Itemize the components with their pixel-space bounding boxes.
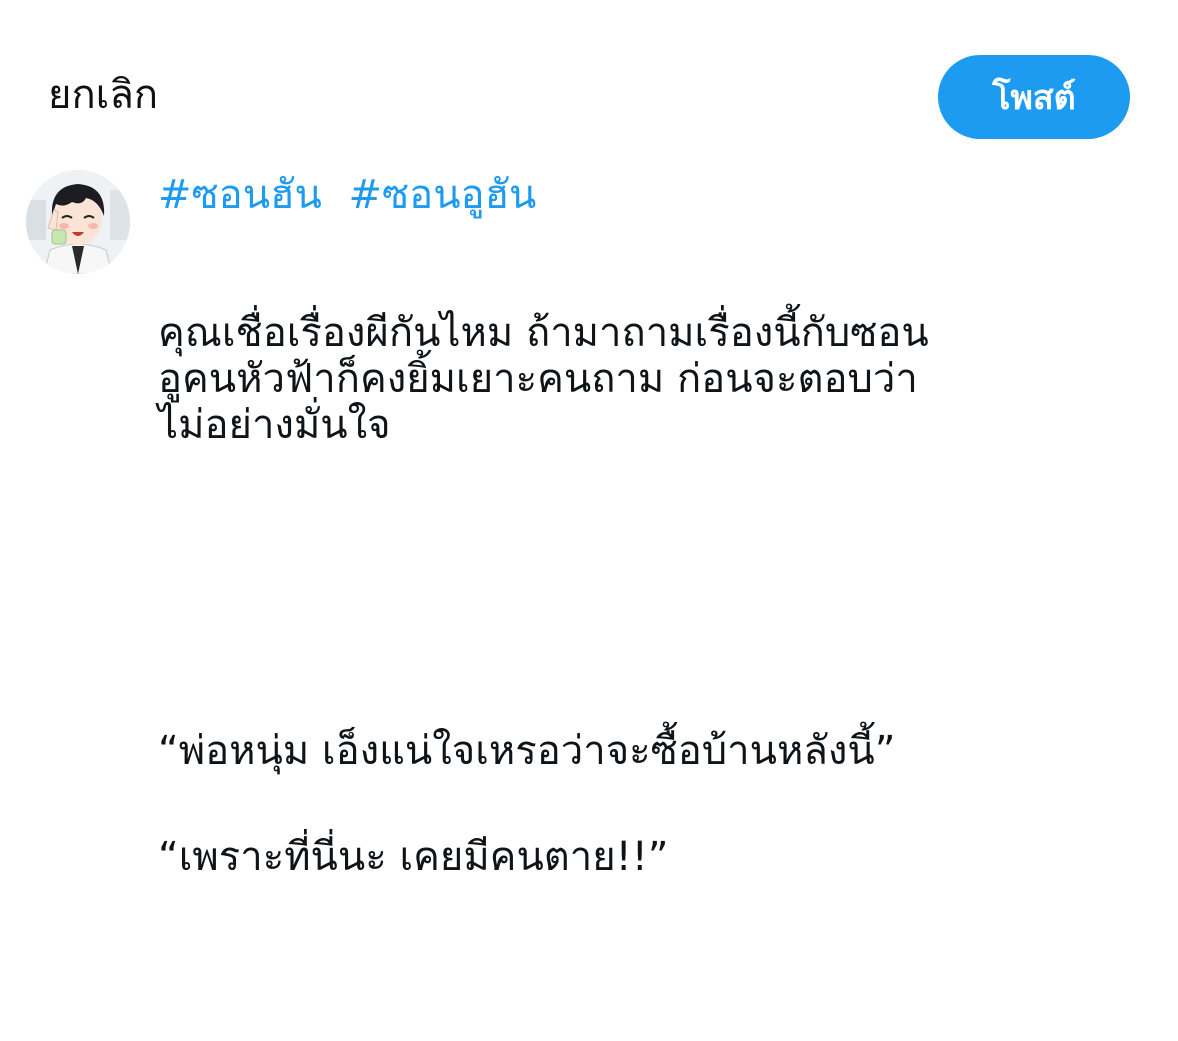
hashtag-link[interactable]: #ซอนฮัน [158, 172, 322, 218]
hashtag-link[interactable]: #ซอนอูฮัน [349, 172, 537, 218]
hashtag-line: #ซอนฮัน #ซอนอูฮัน [158, 172, 1148, 236]
tweet-text-area[interactable]: #ซอนฮัน #ซอนอูฮัน คุณเชื่อเรื่องผีกันไหม… [158, 172, 1148, 880]
cancel-button[interactable]: ยกเลิก [48, 66, 158, 124]
compose-tweet-screen: ยกเลิก โพสต์ #ซอนฮัน #ซอนอูฮัน คุณเชื่อเ… [0, 0, 1178, 1041]
tweet-paragraph: “พ่อหนุ่ม เอ็งแน่ใจเหรอว่าจะซื้อบ้านหลัง… [158, 728, 896, 774]
anime-boy-avatar-icon [26, 170, 130, 274]
tweet-paragraph: คุณเชื่อเรื่องผีกันไหม ถ้ามาถามเรื่องนี้… [158, 310, 929, 448]
tweet-paragraph: “เพราะที่นี่นะ เคยมีคนตาย!!” [158, 834, 669, 880]
avatar[interactable] [26, 170, 130, 274]
post-button[interactable]: โพสต์ [938, 55, 1130, 139]
